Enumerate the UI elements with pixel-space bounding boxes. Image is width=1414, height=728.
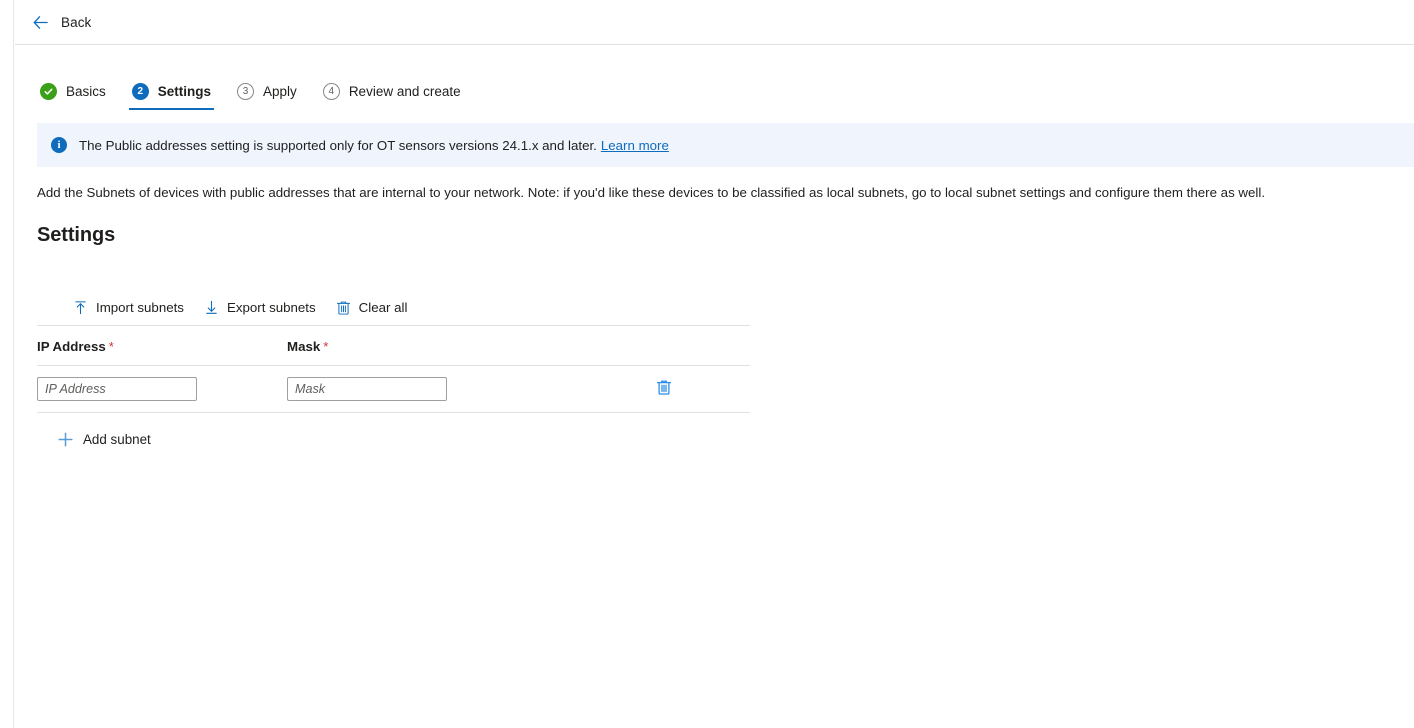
learn-more-link[interactable]: Learn more — [601, 138, 669, 153]
delete-row-button[interactable] — [654, 377, 674, 398]
cell-actions — [587, 365, 750, 412]
trash-icon — [656, 379, 672, 396]
add-subnet-label: Add subnet — [83, 432, 151, 447]
wizard-page: Back Basics 2 Settings 3 Apply 4 Review … — [15, 0, 1414, 728]
column-header-mask: Mask* — [287, 326, 587, 366]
column-header-actions — [587, 326, 750, 366]
page-title: Settings — [37, 224, 1414, 247]
export-subnets-label: Export subnets — [227, 300, 316, 315]
wizard-step-apply[interactable]: 3 Apply — [234, 83, 300, 110]
step-number-badge: 2 — [132, 83, 149, 100]
wizard-step-label: Apply — [263, 84, 297, 99]
mask-input[interactable] — [287, 377, 447, 401]
import-subnets-label: Import subnets — [96, 300, 184, 315]
wizard-step-label: Review and create — [349, 84, 461, 99]
back-button[interactable]: Back — [29, 11, 93, 34]
plus-icon — [57, 431, 74, 448]
import-subnets-button[interactable]: Import subnets — [67, 295, 193, 320]
info-banner: i The Public addresses setting is suppor… — [37, 123, 1414, 167]
export-subnets-button[interactable]: Export subnets — [198, 295, 325, 320]
page-header: Back — [15, 0, 1414, 45]
cell-mask — [287, 365, 587, 412]
arrow-left-icon — [31, 13, 50, 32]
subnets-toolbar: Import subnets Export subnets — [37, 290, 750, 326]
left-rail-divider — [0, 0, 14, 728]
wizard-step-label: Settings — [158, 84, 211, 99]
wizard-step-basics[interactable]: Basics — [37, 83, 109, 110]
clear-all-label: Clear all — [359, 300, 408, 315]
column-header-label: Mask — [287, 339, 320, 354]
step-complete-check-icon — [40, 83, 57, 100]
column-header-label: IP Address — [37, 339, 106, 354]
subnets-table-container: Import subnets Export subnets — [37, 290, 750, 453]
download-icon — [204, 300, 219, 315]
required-asterisk: * — [323, 339, 328, 354]
cell-ip-address — [37, 365, 287, 412]
wizard-steps: Basics 2 Settings 3 Apply 4 Review and c… — [15, 45, 1414, 110]
column-header-ip-address: IP Address* — [37, 326, 287, 366]
info-banner-text: The Public addresses setting is supporte… — [79, 138, 597, 153]
step-number-badge: 3 — [237, 83, 254, 100]
wizard-step-review-and-create[interactable]: 4 Review and create — [320, 83, 464, 110]
table-header-row: IP Address* Mask* — [37, 326, 750, 366]
info-icon: i — [51, 137, 67, 153]
back-label: Back — [61, 15, 91, 30]
add-subnet-button[interactable]: Add subnet — [51, 427, 157, 452]
wizard-step-settings[interactable]: 2 Settings — [129, 83, 214, 110]
trash-icon — [336, 300, 351, 315]
ip-address-input[interactable] — [37, 377, 197, 401]
active-step-underline — [129, 108, 214, 110]
upload-icon — [73, 300, 88, 315]
clear-all-button[interactable]: Clear all — [330, 295, 417, 320]
wizard-step-label: Basics — [66, 84, 106, 99]
subnets-table: IP Address* Mask* — [37, 326, 750, 413]
step-number-badge: 4 — [323, 83, 340, 100]
table-row — [37, 365, 750, 412]
page-description: Add the Subnets of devices with public a… — [37, 184, 1414, 202]
required-asterisk: * — [109, 339, 114, 354]
